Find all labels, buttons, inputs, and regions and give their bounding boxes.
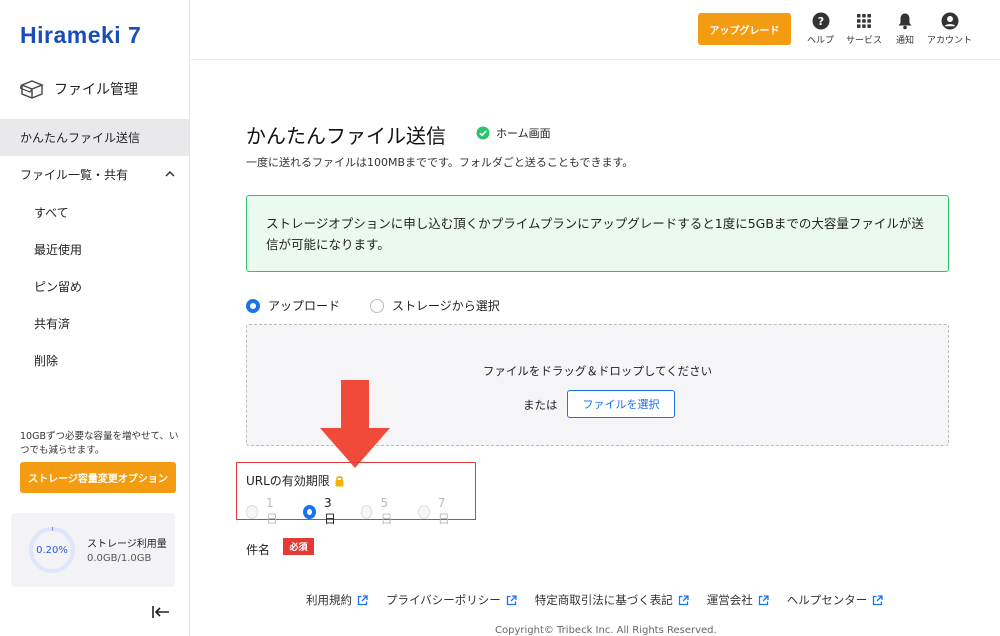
radio-button[interactable] <box>246 298 260 313</box>
page-title: かんたんファイル送信 <box>246 124 446 148</box>
storage-label: ストレージ利用量 <box>87 539 167 550</box>
url-expiry-section: URLの有効期限 1日 3日 5日 7日 <box>236 462 476 526</box>
footer-link-label: 利用規約 <box>306 593 352 607</box>
help-icon: ? <box>812 12 829 30</box>
storage-promo-text: 10GBずつ必要な容量を増やせて、いつでも減らせます。 <box>20 431 179 456</box>
expiry-option-label: 1日 <box>265 496 278 526</box>
external-link-icon <box>873 594 883 605</box>
sidebar-item-label: ピン留め <box>34 280 83 294</box>
footer-links: 利用規約 プライバシーポリシー 特定商取引法に基づく表記 運営会社 ヘルプセンタ… <box>306 592 901 608</box>
sidebar-item-shared[interactable]: 共有済 <box>0 305 189 342</box>
storage-value: 0.0GB/1.0GB <box>87 553 152 564</box>
sidebar-item-all[interactable]: すべて <box>0 194 189 231</box>
expiry-option-label: 7日 <box>437 496 450 526</box>
subject-label: 件名 <box>246 543 271 557</box>
sidebar: Hirameki 7 ファイル管理 かんたんファイル送信 ファイル一覧・共有 す… <box>0 0 190 636</box>
sidebar-item-recent[interactable]: 最近使用 <box>0 231 189 268</box>
external-link-icon <box>758 594 769 605</box>
main-content: かんたんファイル送信 ホーム画面 一度に送れるファイルは100MBまでです。フォ… <box>190 60 1000 636</box>
home-screen-label: ホーム画面 <box>496 127 551 140</box>
account-button[interactable]: アカウント <box>927 12 972 46</box>
or-text: または <box>523 398 558 412</box>
services-button[interactable]: サービス <box>846 12 882 46</box>
footer-link-commerce-law[interactable]: 特定商取引法に基づく表記 <box>535 592 689 608</box>
expiry-option-3day[interactable]: 3日 <box>303 496 339 527</box>
sidebar-item-easy-send[interactable]: かんたんファイル送信 <box>0 119 189 156</box>
source-radio-group: アップロード ストレージから選択 <box>246 297 530 314</box>
radio-button[interactable] <box>303 504 316 519</box>
upload-radio-label: アップロード <box>268 299 341 313</box>
sidebar-item-label: 削除 <box>34 354 59 368</box>
storage-select-radio[interactable]: ストレージから選択 <box>370 297 500 314</box>
bell-icon <box>898 13 912 30</box>
url-expiry-label: URLの有効期限 <box>246 472 345 489</box>
expiry-option-label: 3日 <box>323 496 336 526</box>
sidebar-item-label: 最近使用 <box>34 243 83 257</box>
sidebar-item-label: ファイル一覧・共有 <box>20 168 129 182</box>
footer-link-help-center[interactable]: ヘルプセンター <box>787 592 884 608</box>
footer-link-label: ヘルプセンター <box>786 593 868 607</box>
home-screen-badge[interactable]: ホーム画面 <box>476 125 551 141</box>
external-link-icon <box>357 594 368 605</box>
expiry-option-1day[interactable]: 1日 <box>246 496 282 527</box>
red-arrow-down-icon <box>320 380 390 468</box>
copyright-text: Copyright© Tribeck Inc. All Rights Reser… <box>495 625 717 636</box>
account-label: アカウント <box>927 36 973 46</box>
check-circle-icon <box>476 126 490 140</box>
box-icon <box>20 80 44 99</box>
notifications-label: 通知 <box>896 36 915 46</box>
radio-button[interactable] <box>417 504 430 519</box>
dropzone-text: ファイルをドラッグ＆ドロップしてください <box>482 364 713 378</box>
choose-file-button[interactable]: ファイルを選択 <box>567 390 675 418</box>
svg-text:?: ? <box>817 15 823 28</box>
expiry-option-7day[interactable]: 7日 <box>417 496 454 527</box>
radio-button[interactable] <box>370 298 385 313</box>
collapse-sidebar-icon[interactable] <box>152 605 170 619</box>
sidebar-item-deleted[interactable]: 削除 <box>0 342 189 379</box>
file-management-label: ファイル管理 <box>54 82 138 98</box>
lock-icon <box>335 475 344 486</box>
sidebar-item-label: かんたんファイル送信 <box>20 131 141 145</box>
footer-link-company[interactable]: 運営会社 <box>707 592 769 608</box>
page-subtitle: 一度に送れるファイルは100MBまでです。フォルダごと送ることもできます。 <box>246 156 634 169</box>
url-expiry-options: 1日 3日 5日 7日 <box>246 496 475 527</box>
required-badge: 必須 <box>283 538 314 555</box>
upgrade-notice: ストレージオプションに申し込む頂くかプライムプランにアップグレードすると1度に5… <box>246 195 949 272</box>
radio-button[interactable] <box>246 504 258 519</box>
upload-radio[interactable]: アップロード <box>246 297 340 314</box>
brand-logo[interactable]: Hirameki 7 <box>20 22 141 49</box>
footer-link-privacy[interactable]: プライバシーポリシー <box>386 592 517 608</box>
storage-percent: 0.20% <box>36 544 68 556</box>
external-link-icon <box>678 594 689 605</box>
sidebar-item-file-list[interactable]: ファイル一覧・共有 <box>0 156 189 193</box>
expiry-option-5day[interactable]: 5日 <box>360 496 397 527</box>
file-management-header[interactable]: ファイル管理 <box>20 78 138 100</box>
footer-link-label: 運営会社 <box>706 593 753 607</box>
expiry-option-label: 5日 <box>380 496 393 526</box>
upgrade-button[interactable]: アップグレード <box>698 13 791 45</box>
storage-usage-card: 0.20% ストレージ利用量 0.0GB/1.0GB <box>11 513 175 587</box>
footer-link-terms[interactable]: 利用規約 <box>306 592 368 608</box>
radio-button[interactable] <box>360 504 373 519</box>
help-label: ヘルプ <box>807 36 835 46</box>
account-icon <box>941 12 958 30</box>
chevron-up-icon[interactable] <box>165 169 175 179</box>
footer-link-label: プライバシーポリシー <box>386 593 501 607</box>
sidebar-item-label: すべて <box>34 206 69 220</box>
sidebar-item-label: 共有済 <box>34 317 71 331</box>
storage-select-radio-label: ストレージから選択 <box>392 299 500 313</box>
external-link-icon <box>506 594 517 605</box>
sidebar-item-pinned[interactable]: ピン留め <box>0 268 189 305</box>
notifications-button[interactable]: 通知 <box>896 12 914 46</box>
help-button[interactable]: ? ヘルプ <box>807 12 834 46</box>
url-expiry-label-text: URLの有効期限 <box>246 474 330 488</box>
services-label: サービス <box>846 36 883 46</box>
footer-link-label: 特定商取引法に基づく表記 <box>534 593 673 607</box>
logo-text: Hirameki 7 <box>20 22 142 48</box>
top-header: アップグレード ? ヘルプ サービス 通知 アカウント <box>190 0 1000 60</box>
grid-icon <box>857 14 871 28</box>
storage-option-button[interactable]: ストレージ容量変更オプション <box>20 462 176 493</box>
